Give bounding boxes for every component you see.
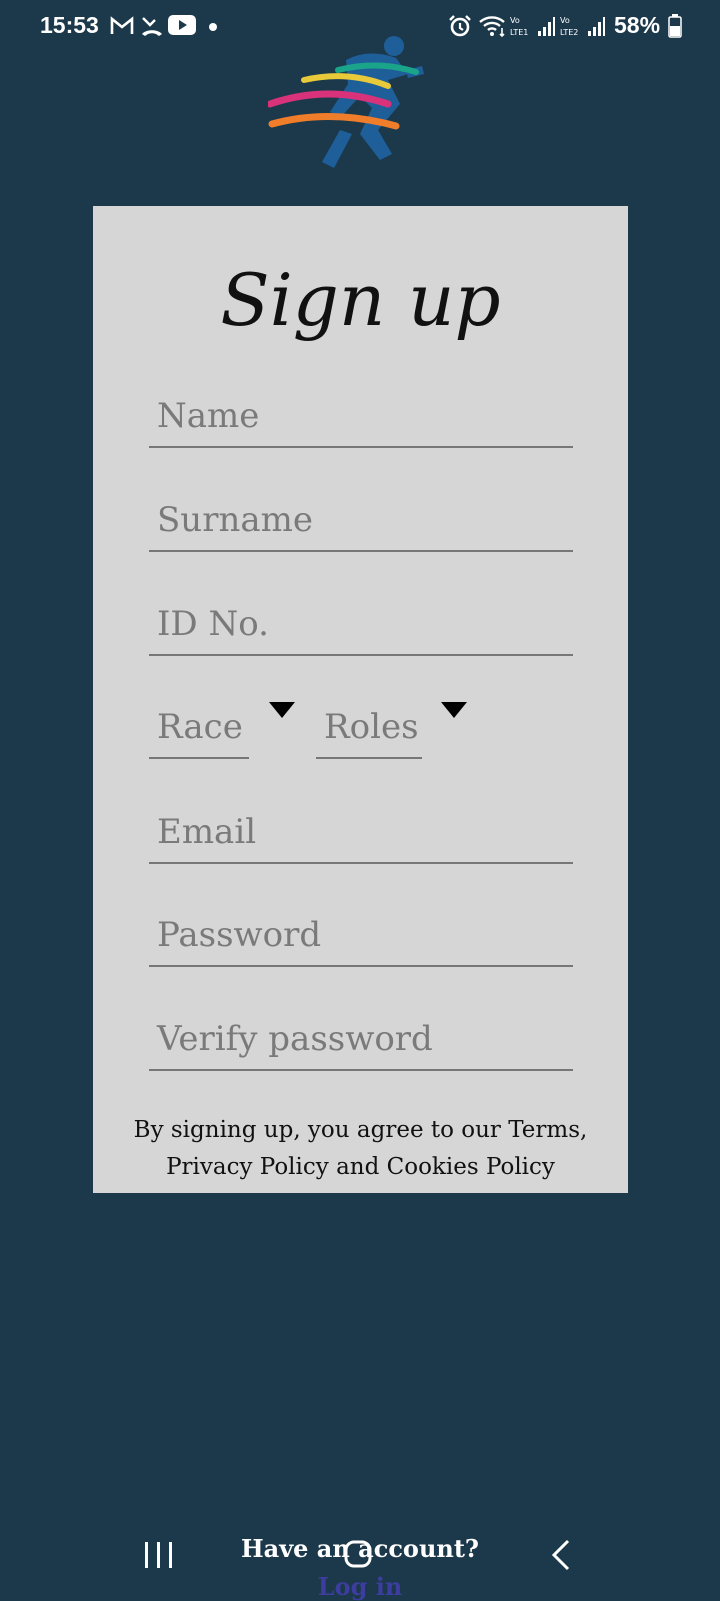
have-account-text: Have an account? (241, 1534, 479, 1563)
page-title: Sign up (220, 258, 501, 342)
password-placeholder: Password (157, 915, 322, 955)
roles-placeholder: Roles (324, 707, 419, 747)
wifi-icon (479, 16, 505, 38)
name-field[interactable]: Name (149, 396, 573, 448)
app-logo (268, 36, 424, 168)
svg-text:Vo: Vo (560, 16, 570, 25)
signal-lte2-icon: Vo LTE2 (560, 16, 605, 37)
battery-icon (668, 14, 682, 38)
gmail-icon (110, 16, 134, 34)
email-field[interactable]: Email (149, 812, 573, 864)
battery-percent: 58% (614, 12, 661, 38)
email-placeholder: Email (157, 812, 257, 852)
youtube-icon (168, 15, 196, 35)
missed-call-icon (142, 17, 162, 36)
terms-line-2: Privacy Policy and Cookies Policy (166, 1154, 555, 1180)
svg-text:LTE2: LTE2 (560, 28, 578, 37)
alarm-icon (449, 15, 471, 37)
terms-line-1: By signing up, you agree to our Terms, (133, 1117, 588, 1143)
race-placeholder: Race (157, 707, 243, 747)
terms-notice: By signing up, you agree to our Terms, P… (93, 1112, 628, 1186)
surname-placeholder: Surname (157, 500, 313, 540)
svg-text:LTE1: LTE1 (510, 28, 528, 37)
name-placeholder: Name (157, 396, 260, 436)
svg-text:Vo: Vo (510, 16, 520, 25)
verify-password-field[interactable]: Verify password (149, 1019, 573, 1071)
surname-field[interactable]: Surname (149, 500, 573, 552)
status-time: 15:53 (40, 12, 99, 38)
roles-dropdown[interactable]: Roles (316, 707, 422, 759)
id-number-placeholder: ID No. (157, 604, 269, 644)
signal-lte1-icon: Vo LTE1 (510, 16, 555, 37)
password-field[interactable]: Password (149, 915, 573, 967)
roles-dropdown-arrow-icon[interactable] (441, 702, 467, 718)
id-number-field[interactable]: ID No. (149, 604, 573, 656)
dot-icon (209, 23, 217, 31)
race-dropdown-arrow-icon[interactable] (269, 702, 295, 718)
verify-password-placeholder: Verify password (157, 1019, 433, 1059)
login-link[interactable]: Log in (0, 1572, 720, 1601)
signup-card: Sign up Name Surname ID No. Race Roles E… (93, 206, 628, 1193)
race-dropdown[interactable]: Race (149, 707, 249, 759)
